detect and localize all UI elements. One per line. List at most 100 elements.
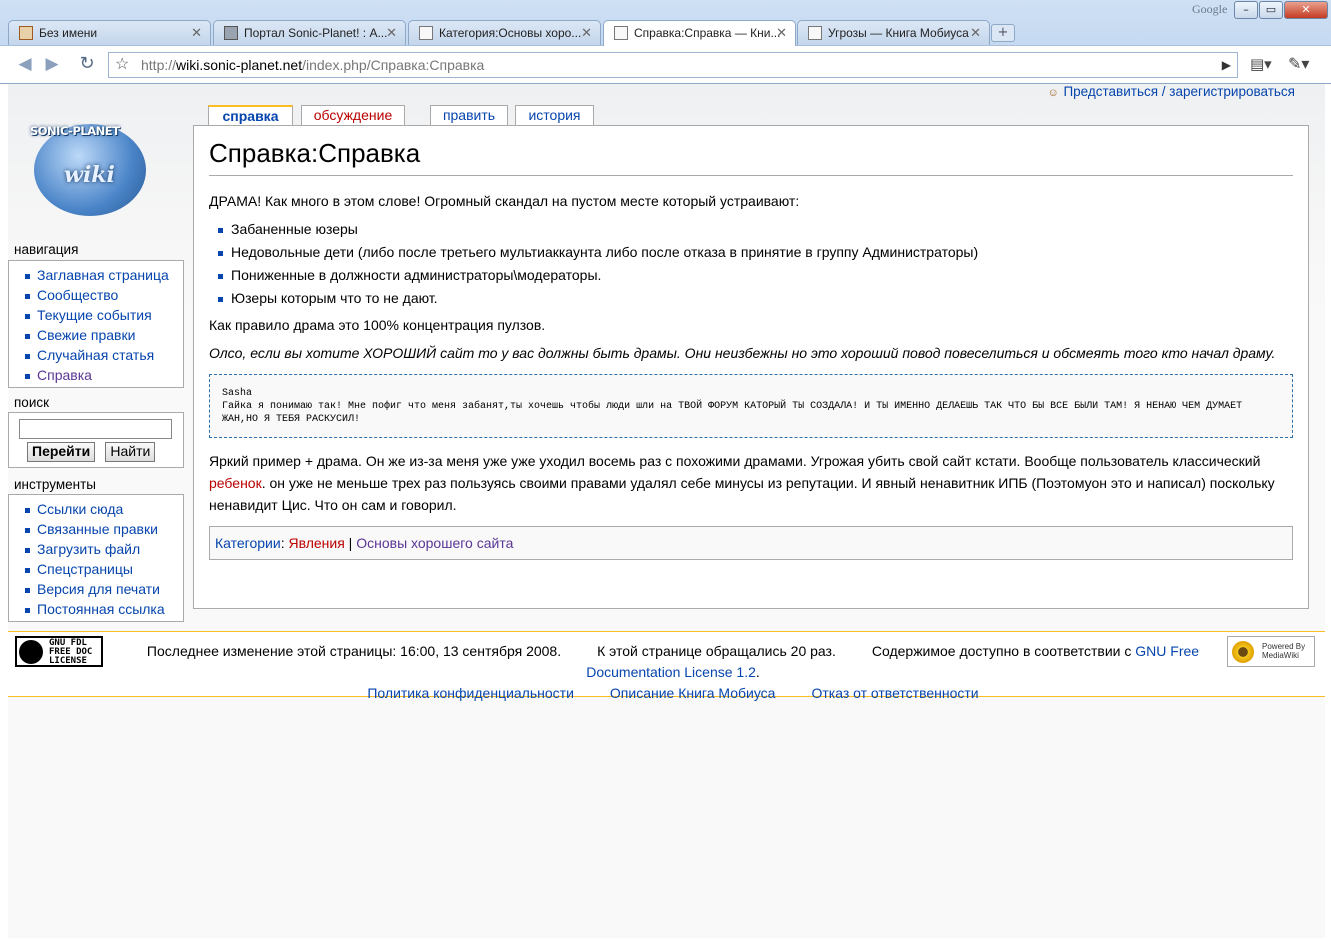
article-italic-paragraph: Олсо, если вы хотите ХОРОШИЙ сайт то у в…	[209, 345, 1276, 361]
license-text: Содержимое доступно в соответствии с	[871, 643, 1136, 659]
tab-edit-label[interactable]: править	[443, 107, 495, 123]
mediawiki-sunflower-icon	[1232, 641, 1254, 663]
tools-item: Спецстраницы	[23, 559, 183, 579]
search-button[interactable]: Найти	[105, 442, 156, 462]
list-item: Пониженные в должности администраторы\мо…	[217, 264, 1293, 287]
tab-title: Справка:Справка — Кни...	[634, 26, 781, 40]
browser-tab[interactable]: Без имени ✕	[8, 20, 211, 45]
page-icon	[614, 26, 628, 40]
new-tab-button[interactable]: +	[991, 24, 1015, 42]
tab-history[interactable]: история	[515, 105, 594, 125]
close-tab-icon[interactable]: ✕	[191, 25, 202, 41]
search-input[interactable]	[19, 419, 172, 439]
forward-button[interactable]: ▶	[41, 54, 63, 76]
maximize-button[interactable]: ▭	[1259, 1, 1283, 19]
page-footer: GNU FDL FREE DOC LICENSE Последнее измен…	[8, 631, 1325, 701]
nav-item: Свежие правки	[23, 325, 183, 345]
browser-tab[interactable]: Угрозы — Книга Мобиуса ✕	[797, 20, 990, 45]
nav-item: Текущие события	[23, 305, 183, 325]
page-menu-icon[interactable]: ▤▾	[1250, 55, 1272, 73]
tools-link-permalink[interactable]: Постоянная ссылка	[37, 601, 165, 617]
address-bar[interactable]: ☆ http://wiki.sonic-planet.net/index.php…	[108, 52, 1238, 78]
tools-link-related-changes[interactable]: Связанные правки	[37, 521, 158, 537]
list-item: Недовольные дети (либо после третьего му…	[217, 241, 1293, 264]
browser-tab-active[interactable]: Справка:Справка — Кни... ✕	[603, 20, 796, 46]
categories-label-link[interactable]: Категории	[215, 535, 281, 551]
nav-link-community[interactable]: Сообщество	[37, 287, 118, 303]
category-link[interactable]: Явления	[288, 535, 344, 551]
tools-link-print[interactable]: Версия для печати	[37, 581, 160, 597]
tab-edit[interactable]: править	[430, 105, 508, 125]
gnu-logo-icon	[19, 640, 43, 664]
about-link[interactable]: Описание Книга Мобиуса	[610, 685, 776, 701]
article-example: Яркий пример + драма. Он же из-за меня у…	[209, 453, 1275, 513]
wiki-page: ☺ Представиться / зарегистрироваться SONI…	[8, 84, 1325, 938]
tab-title: Портал Sonic-Planet! : А...	[244, 26, 388, 40]
mediawiki-badge[interactable]: Powered By MediaWiki	[1227, 636, 1315, 667]
tab-page[interactable]: справка	[208, 105, 293, 126]
go-icon[interactable]: ▶	[1222, 53, 1231, 77]
tools-link-whatlinkshere[interactable]: Ссылки сюда	[37, 501, 123, 517]
browser-toolbar: ◀ ▶ ↻ ☆ http://wiki.sonic-planet.net/ind…	[0, 45, 1331, 83]
tab-discussion[interactable]: обсуждение	[301, 105, 405, 125]
url-text[interactable]: http://wiki.sonic-planet.net/index.php/С…	[141, 53, 484, 77]
wrench-icon[interactable]: ✎▾	[1288, 54, 1309, 73]
gift-icon	[19, 26, 33, 40]
browser-tab[interactable]: Портал Sonic-Planet! : А... ✕	[213, 20, 406, 45]
page-title: Справка:Справка	[209, 138, 1293, 176]
browser-tab[interactable]: Категория:Основы хоро... ✕	[408, 20, 601, 45]
list-item: Юзеры которым что то не дают.	[217, 287, 1293, 310]
nav-item: Сообщество	[23, 285, 183, 305]
search-portlet-title: поиск	[14, 395, 50, 410]
nav-link-help[interactable]: Справка	[37, 367, 92, 383]
close-tab-icon[interactable]: ✕	[776, 25, 787, 41]
view-count: К этой странице обращались 20 раз.	[597, 643, 836, 659]
tab-title: Категория:Основы хоро...	[439, 26, 582, 40]
tools-portlet-title: инструменты	[14, 477, 97, 492]
tools-link-special[interactable]: Спецстраницы	[37, 561, 133, 577]
nav-link-main[interactable]: Заглавная страница	[37, 267, 169, 283]
category-link[interactable]: Основы хорошего сайта	[356, 535, 513, 551]
tab-history-label[interactable]: история	[528, 107, 580, 123]
quote-author: Sasha	[222, 388, 253, 399]
mediawiki-badge-text: Powered By MediaWiki	[1262, 642, 1306, 660]
disclaimer-link[interactable]: Отказ от ответственности	[811, 685, 978, 701]
personal-tools: ☺ Представиться / зарегистрироваться	[1047, 84, 1295, 99]
bookmark-star-icon[interactable]: ☆	[115, 53, 129, 77]
nav-link-random[interactable]: Случайная статья	[37, 347, 154, 363]
nav-link-recent[interactable]: Свежие правки	[37, 327, 135, 343]
close-tab-icon[interactable]: ✕	[970, 25, 981, 41]
tools-item: Связанные правки	[23, 519, 183, 539]
nav-link-events[interactable]: Текущие события	[37, 307, 152, 323]
logo-wiki-text: wiki	[64, 162, 115, 188]
back-button[interactable]: ◀	[14, 54, 36, 76]
quote-block: Sasha Гайка я понимаю так! Мне пофиг что …	[209, 374, 1293, 438]
search-portlet: Перейти Найти	[8, 412, 184, 468]
article-intro: ДРАМА! Как много в этом слове! Огромный …	[209, 193, 800, 209]
gfdl-badge[interactable]: GNU FDL FREE DOC LICENSE	[15, 636, 103, 667]
close-tab-icon[interactable]: ✕	[581, 25, 592, 41]
page-icon	[419, 26, 433, 40]
reload-button[interactable]: ↻	[76, 54, 98, 76]
close-window-button[interactable]: ✕	[1284, 1, 1328, 19]
tools-item: Ссылки сюда	[23, 499, 183, 519]
last-modified: Последнее изменение этой страницы: 16:00…	[146, 643, 562, 659]
go-button[interactable]: Перейти	[27, 442, 96, 462]
tools-link-upload[interactable]: Загрузить файл	[37, 541, 140, 557]
privacy-link[interactable]: Политика конфиденциальности	[367, 685, 574, 701]
tools-item: Загрузить файл	[23, 539, 183, 559]
article-link-child[interactable]: ребенок	[209, 475, 262, 491]
login-link[interactable]: Представиться / зарегистрироваться	[1063, 84, 1295, 99]
logo-text: SONIC-PLANET	[30, 124, 120, 138]
gfdl-badge-text: GNU FDL FREE DOC LICENSE	[49, 638, 93, 666]
browser-chrome: Google – ▭ ✕ Без имени ✕ Портал Sonic-Pl…	[0, 0, 1331, 84]
tab-page-label[interactable]: справка	[223, 108, 279, 124]
minimize-button[interactable]: –	[1234, 1, 1258, 19]
tab-title: Угрозы — Книга Мобиуса	[828, 26, 969, 40]
nav-item: Заглавная страница	[23, 265, 183, 285]
nav-item: Случайная статья	[23, 345, 183, 365]
nav-item: Справка	[23, 365, 183, 385]
tab-discussion-label[interactable]: обсуждение	[314, 107, 392, 123]
box-icon	[224, 26, 238, 40]
close-tab-icon[interactable]: ✕	[386, 25, 397, 41]
